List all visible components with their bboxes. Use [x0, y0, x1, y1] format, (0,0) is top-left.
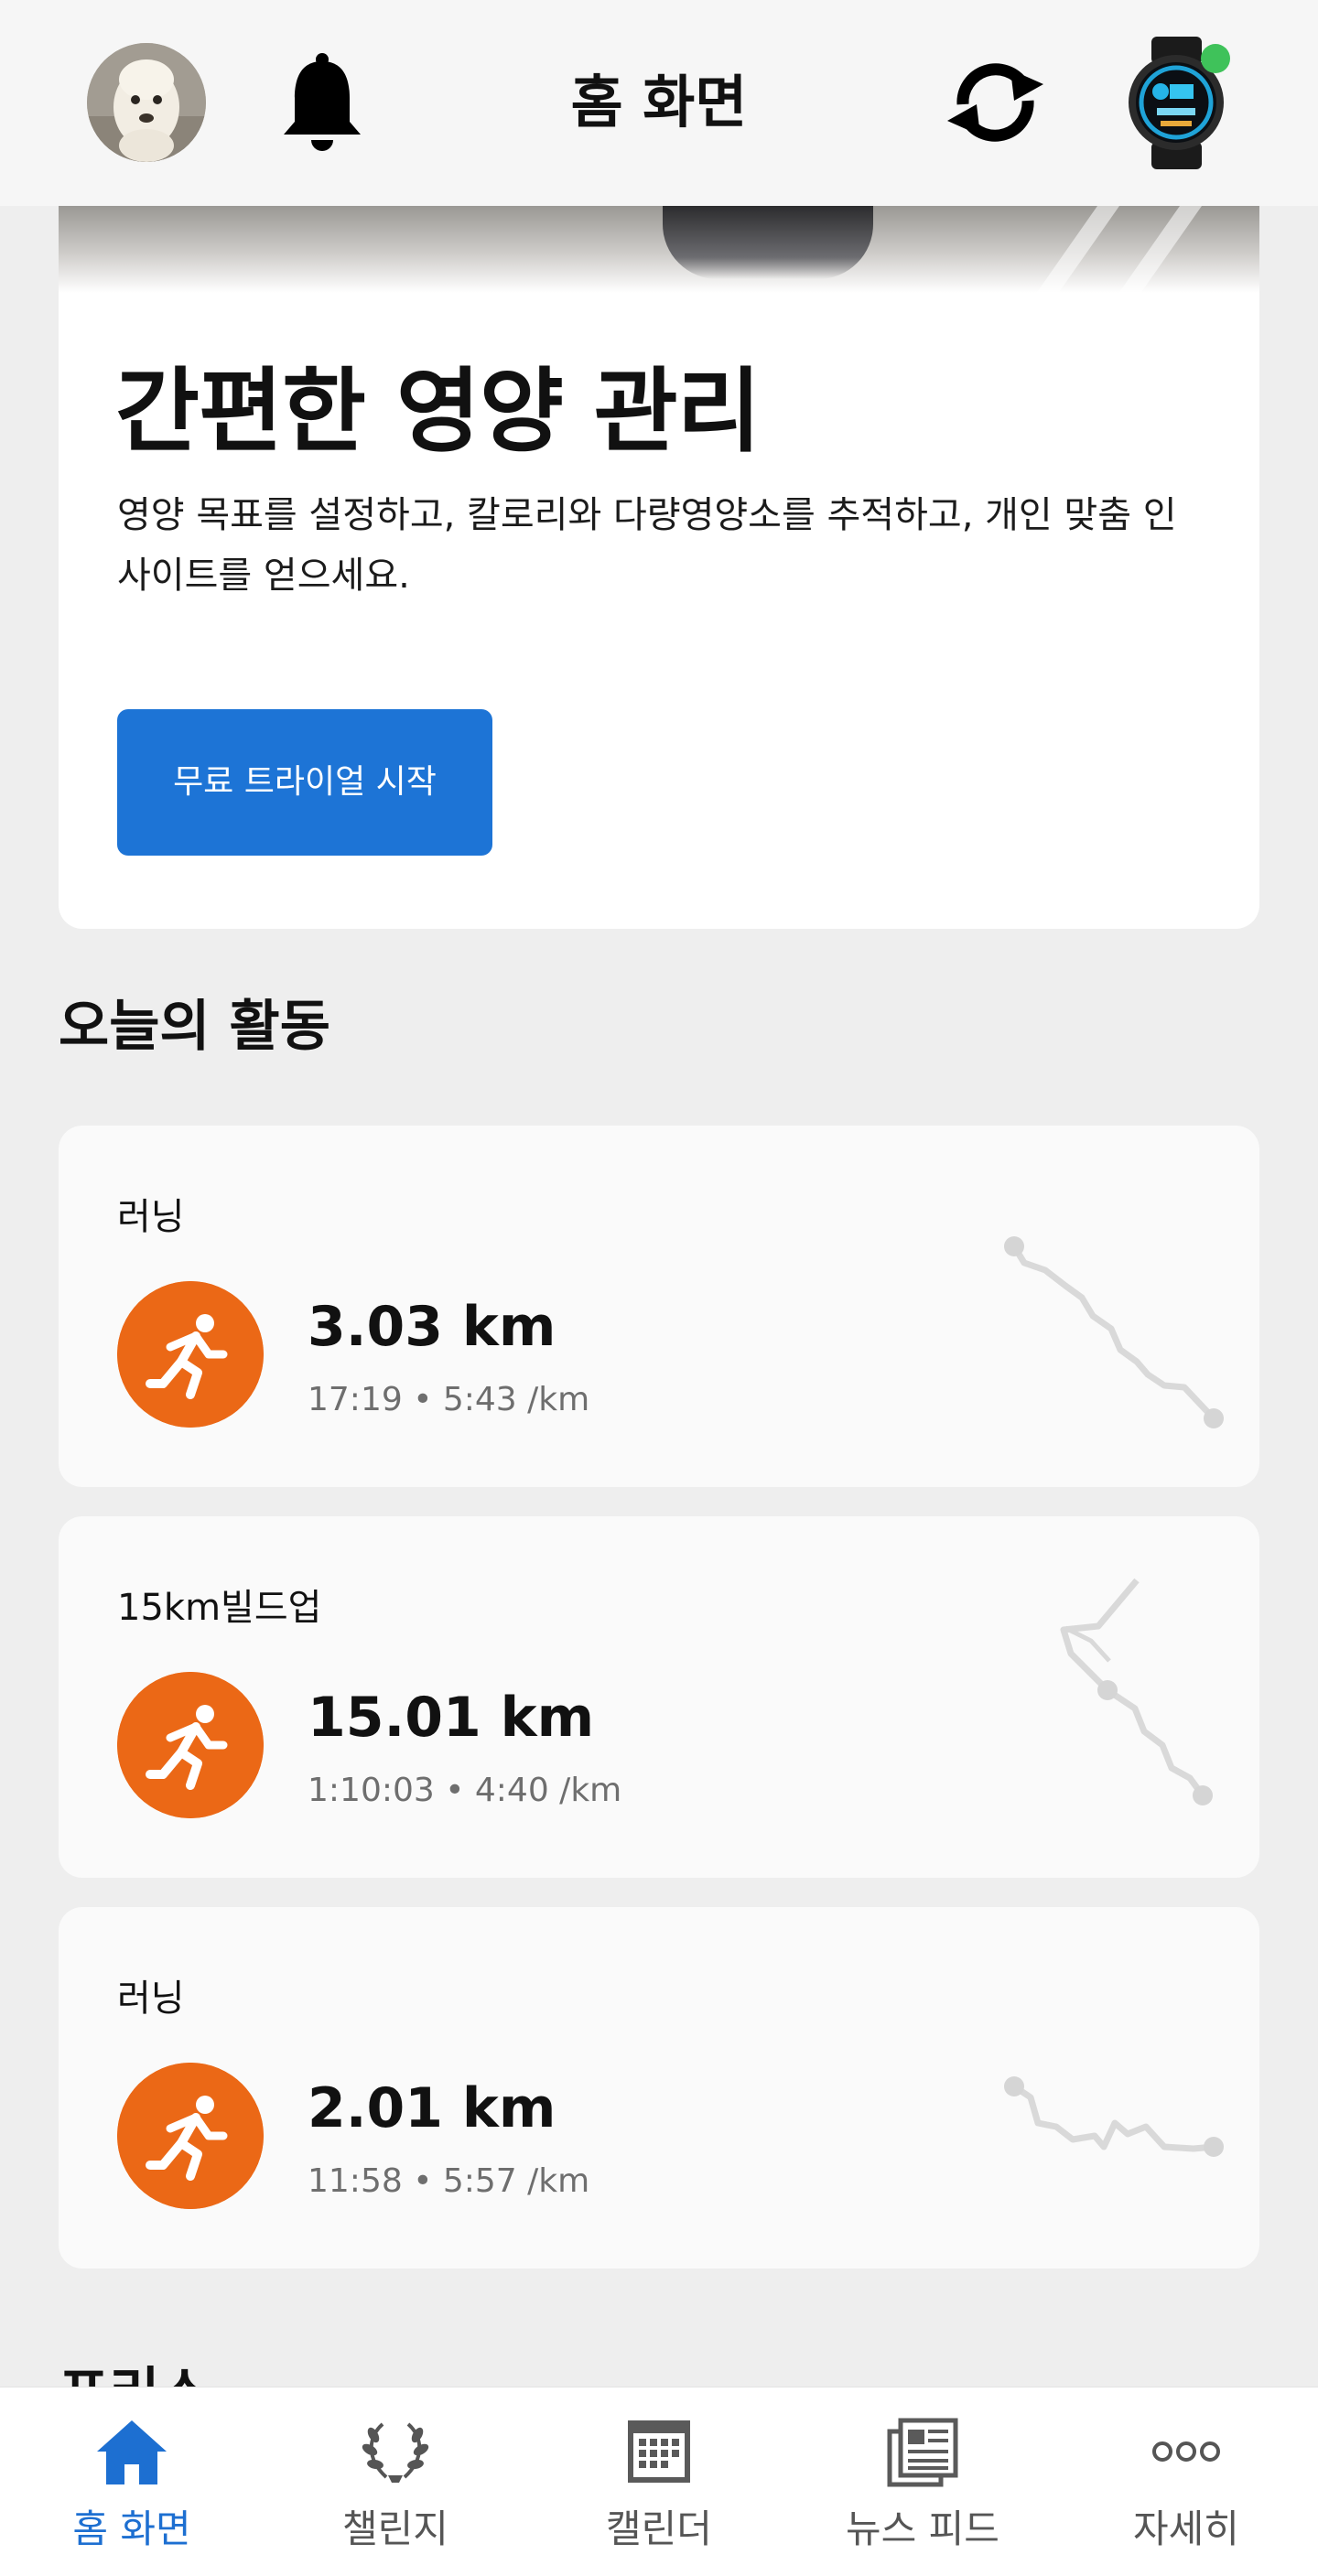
promo-banner-image: [59, 206, 1259, 307]
nav-more-label: 자세히: [1133, 2506, 1239, 2551]
activity-card[interactable]: 러닝 2.01 km 11:58 • 5:57 /km: [59, 1907, 1259, 2269]
activity-distance: 15.01 km: [308, 1686, 595, 1750]
newspaper-icon: [887, 2418, 958, 2487]
activity-name: 러닝: [117, 1978, 185, 2020]
bottom-navigation: 홈 화면 챌린지 캘린더 뉴스 피드 자세히: [0, 2387, 1318, 2576]
activity-stats: 11:58 • 5:57 /km: [308, 2162, 590, 2200]
nav-news-feed-label: 뉴스 피드: [846, 2506, 999, 2551]
nav-calendar-label: 캘린더: [606, 2506, 712, 2551]
more-icon: [1152, 2441, 1220, 2462]
start-free-trial-button[interactable]: 무료 트라이얼 시작: [117, 709, 492, 856]
laurel-icon: [362, 2422, 429, 2483]
calendar-icon: [628, 2420, 690, 2483]
activity-card[interactable]: 15km빌드업 15.01 km 1:10:03 • 4:40 /km: [59, 1516, 1259, 1878]
top-bar: 홈 화면: [0, 0, 1318, 206]
route-map: [1004, 2076, 1224, 2157]
running-icon: [117, 1672, 264, 1818]
photo-stripe: [1108, 206, 1209, 307]
nav-calendar[interactable]: 캘린더: [527, 2387, 791, 2576]
promo-description: 영양 목표를 설정하고, 칼로리와 다량영양소를 추적하고, 개인 맞춤 인사이…: [117, 494, 1177, 597]
sync-icon[interactable]: [943, 57, 1048, 148]
activity-stats: 1:10:03 • 4:40 /km: [308, 1772, 622, 1809]
promo-title: 간편한 영양 관리: [115, 358, 762, 465]
running-icon: [117, 1281, 264, 1428]
alpaca-avatar-icon: [87, 43, 206, 162]
avatar[interactable]: [87, 43, 206, 162]
nav-challenges-label: 챌린지: [342, 2506, 448, 2551]
app-root: 홈 화면 간편한 영양 관리 영양 목표를 설정하고, 칼로리와 다량영양소를 …: [0, 0, 1318, 2576]
nav-home-label: 홈 화면: [72, 2506, 191, 2551]
promo-card: 간편한 영양 관리 영양 목표를 설정하고, 칼로리와 다량영양소를 추적하고,…: [59, 206, 1259, 929]
nav-challenges[interactable]: 챌린지: [264, 2387, 527, 2576]
nav-news-feed[interactable]: 뉴스 피드: [791, 2387, 1054, 2576]
nav-home[interactable]: 홈 화면: [0, 2387, 264, 2576]
route-map: [1004, 1236, 1224, 1428]
activity-distance: 3.03 km: [308, 1295, 556, 1359]
bell-icon[interactable]: [276, 50, 368, 156]
home-icon: [97, 2420, 167, 2484]
photo-stripe: [1026, 206, 1127, 307]
device-status-dot: [1201, 44, 1230, 73]
activity-distance: 2.01 km: [308, 2076, 556, 2140]
activity-card[interactable]: 러닝 3.03 km 17:19 • 5:43 /km: [59, 1126, 1259, 1487]
todays-activities-heading: 오늘의 활동: [59, 995, 330, 1059]
running-icon: [117, 2063, 264, 2209]
activity-name: 15km빌드업: [117, 1587, 322, 1629]
activity-name: 러닝: [117, 1196, 185, 1238]
activity-stats: 17:19 • 5:43 /km: [308, 1381, 590, 1418]
watch-band-image: [663, 206, 873, 279]
route-map: [1060, 1578, 1213, 1805]
next-section-heading: 프리스: [59, 2350, 242, 2387]
nav-more[interactable]: 자세히: [1054, 2387, 1318, 2576]
page-title: 홈 화면: [570, 69, 748, 135]
